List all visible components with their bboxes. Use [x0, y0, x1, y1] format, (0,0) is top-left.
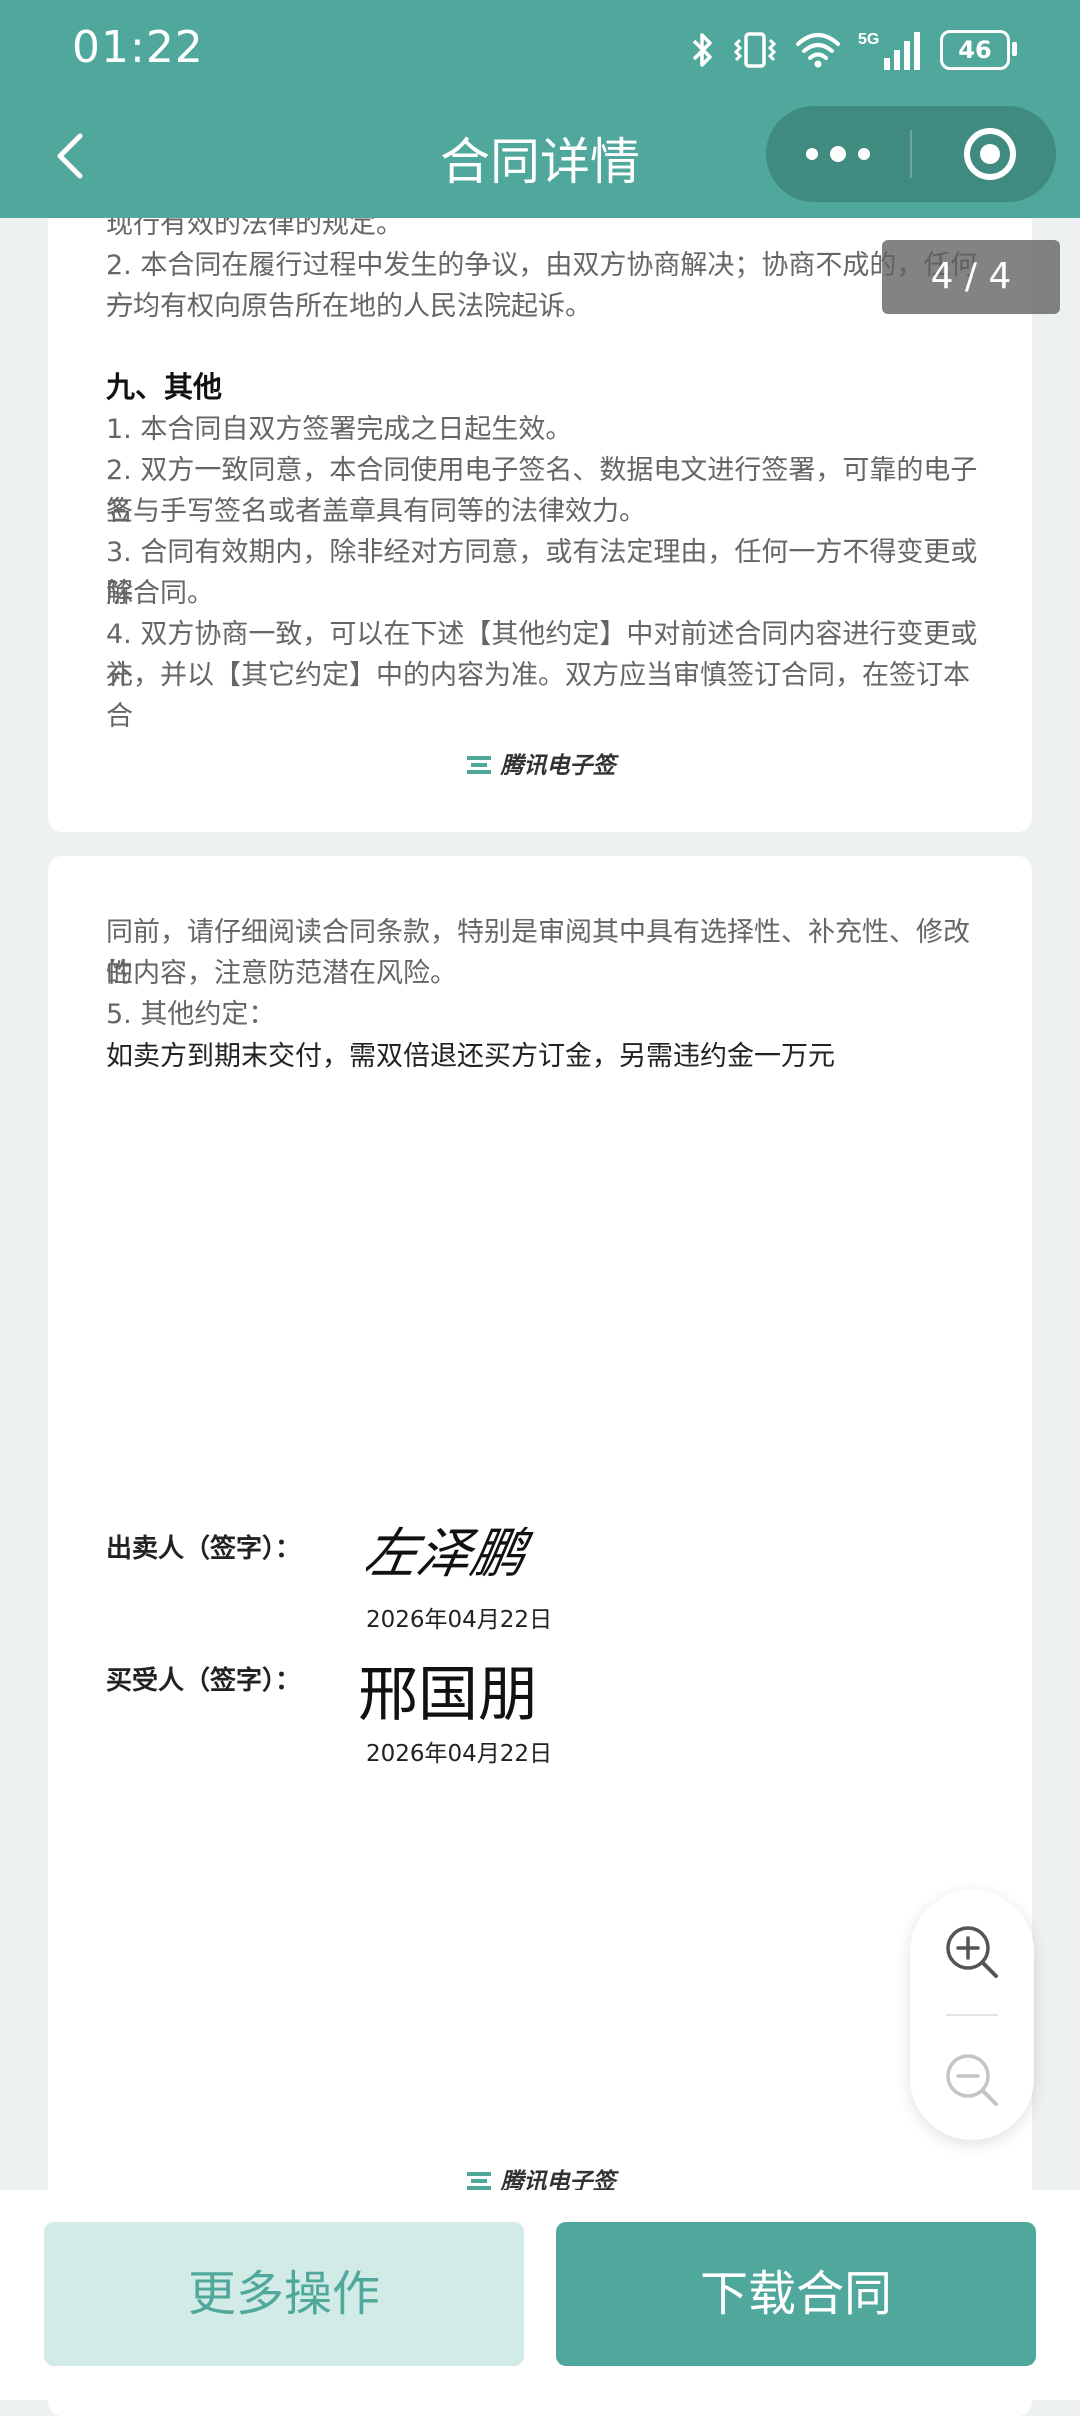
status-time: 01:22 — [72, 22, 204, 73]
svg-text:左泽鹏: 左泽鹏 — [366, 1524, 536, 1584]
capsule-divider — [910, 130, 912, 178]
contract-page-4: 同前，请仔细阅读合同条款，特别是审阅其中具有选择性、补充性、修改性 的内容，注意… — [48, 856, 1032, 2416]
status-icons: 5G 46 — [690, 28, 1017, 72]
status-bar: 01:22 5G 46 — [0, 0, 1080, 100]
buyer-date: 2026年04月22日 — [366, 1741, 553, 1767]
battery-icon: 46 — [940, 30, 1017, 70]
buyer-label: 买受人（签字）： — [106, 1666, 302, 1696]
tencent-esign-icon — [466, 756, 491, 774]
nav-bar: 合同详情 — [0, 100, 1080, 218]
text-line: 的内容，注意防范潜在风险。 — [106, 958, 457, 989]
vibrate-icon — [733, 32, 777, 68]
buyer-signature: 邢国朋 — [358, 1660, 538, 1730]
page-indicator: 4 / 4 — [882, 240, 1060, 314]
close-target-icon[interactable] — [964, 128, 1016, 180]
more-actions-button[interactable]: 更多操作 — [44, 2222, 524, 2366]
bluetooth-icon — [692, 33, 712, 67]
text-line: 5. 其他约定： — [106, 999, 276, 1030]
text-line: 1. 本合同自双方签署完成之日起生效。 — [106, 414, 573, 445]
more-dots-icon[interactable] — [806, 136, 870, 172]
text-line: 方均有权向原告所在地的人民法院起诉。 — [106, 291, 592, 322]
section-heading: 九、其他 — [106, 370, 223, 404]
text-line: 名与手写签名或者盖章具有同等的法律效力。 — [106, 496, 646, 527]
bottom-action-bar: 更多操作 下载合同 — [0, 2190, 1080, 2400]
miniprogram-capsule — [766, 106, 1056, 202]
battery-level: 46 — [958, 36, 992, 64]
seller-handwritten-signature: 左泽鹏 — [366, 1524, 536, 1584]
svg-text:5G: 5G — [858, 31, 879, 48]
text-line: 充，并以【其它约定】中的内容为准。双方应当审慎签订合同，在签订本合 — [106, 660, 970, 732]
zoom-divider — [946, 2014, 998, 2016]
seller-label: 出卖人（签字）： — [106, 1534, 302, 1564]
download-contract-button[interactable]: 下载合同 — [556, 2222, 1036, 2366]
top-bar: 01:22 5G 46 合同详情 — [0, 0, 1080, 218]
seller-date: 2026年04月22日 — [366, 1607, 553, 1633]
zoom-in-icon[interactable] — [940, 1920, 1004, 1984]
brand-logo: 腾讯电子签 — [48, 746, 1032, 780]
wifi-icon — [796, 33, 840, 68]
text-line: 除合同。 — [106, 578, 214, 609]
tencent-esign-icon — [466, 2172, 491, 2190]
zoom-out-icon[interactable] — [940, 2048, 1004, 2112]
other-agreement-text: 如卖方到期末交付，需双倍退还买方订金，另需违约金一万元 — [106, 1041, 835, 1072]
signal-5g-icon: 5G — [858, 31, 920, 70]
zoom-control — [910, 1890, 1034, 2140]
brand-name: 腾讯电子签 — [500, 753, 616, 779]
